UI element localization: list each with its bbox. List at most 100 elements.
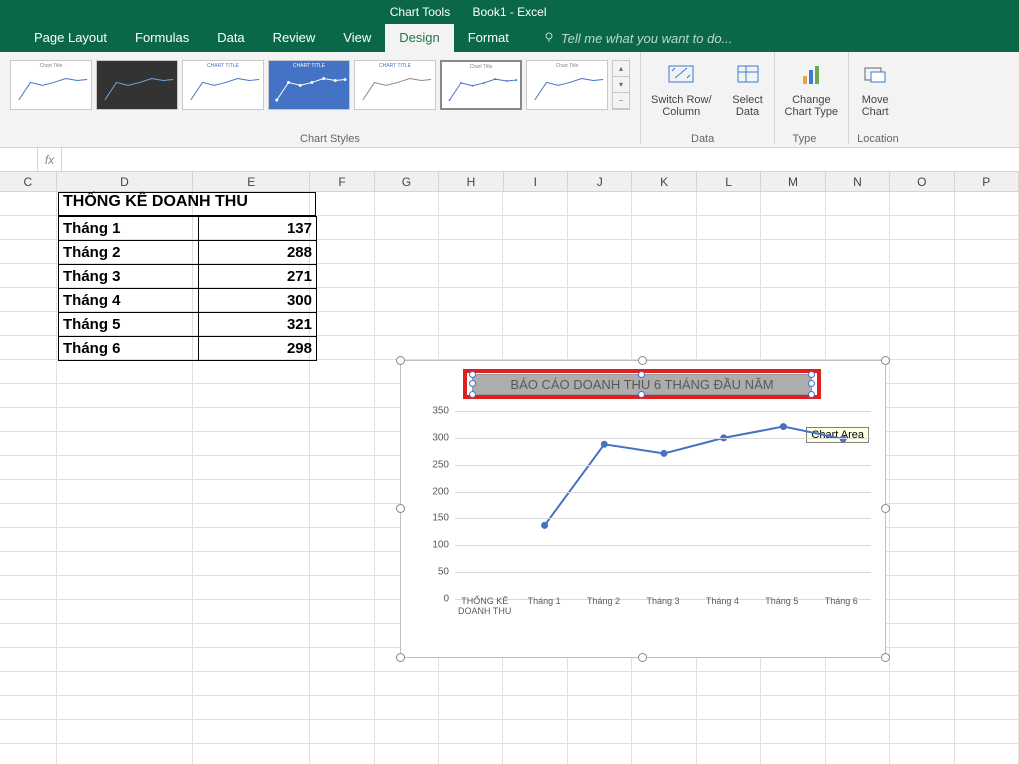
col-header-C[interactable]: C bbox=[0, 172, 57, 191]
type-group: Change Chart Type Type bbox=[775, 52, 849, 147]
data-group: Switch Row/ Column Select Data Data bbox=[641, 52, 774, 147]
tab-view[interactable]: View bbox=[329, 24, 385, 52]
ribbon: Chart Title CHART TITLE CHART TITLE CHAR… bbox=[0, 52, 1019, 148]
col-header-E[interactable]: E bbox=[193, 172, 310, 191]
tell-me-search[interactable]: Tell me what you want to do... bbox=[543, 31, 733, 46]
worksheet-grid[interactable]: CDEFGHIJKLMNOP THỐNG KÊ DOANH THU Tháng … bbox=[0, 172, 1019, 764]
tell-me-text: Tell me what you want to do... bbox=[561, 31, 733, 46]
y-tick: 0 bbox=[443, 594, 449, 605]
switch-row-column-button[interactable]: Switch Row/ Column bbox=[641, 52, 722, 144]
x-label: Tháng 1 bbox=[514, 597, 573, 621]
tab-formulas[interactable]: Formulas bbox=[121, 24, 203, 52]
lightbulb-icon bbox=[543, 31, 555, 46]
name-box[interactable] bbox=[0, 148, 38, 171]
chart-title[interactable]: BÁO CÁO DOANH THU 6 THÁNG ĐẦU NĂM bbox=[472, 374, 812, 395]
chart-style-6[interactable]: Chart Title bbox=[440, 60, 522, 110]
move-chart-label: Move Chart bbox=[862, 94, 889, 118]
col-header-G[interactable]: G bbox=[375, 172, 439, 191]
chart-object[interactable]: BÁO CÁO DOANH THU 6 THÁNG ĐẦU NĂM Chart … bbox=[400, 360, 886, 658]
x-axis: THỐNG KÊ DOANH THUTháng 1Tháng 2Tháng 3 T… bbox=[455, 597, 871, 621]
move-chart-icon bbox=[859, 58, 891, 90]
chart-style-2[interactable] bbox=[96, 60, 178, 110]
tab-review[interactable]: Review bbox=[259, 24, 330, 52]
y-tick: 200 bbox=[432, 486, 449, 497]
select-data-button[interactable]: Select Data bbox=[722, 52, 774, 144]
x-label: THỐNG KÊ DOANH THU bbox=[455, 597, 514, 621]
select-data-label: Select Data bbox=[732, 94, 763, 118]
table-title: THỐNG KÊ DOANH THU bbox=[58, 192, 316, 216]
col-header-D[interactable]: D bbox=[57, 172, 194, 191]
table-row-value: 271 bbox=[199, 265, 317, 289]
y-tick: 250 bbox=[432, 459, 449, 470]
data-table: THỐNG KÊ DOANH THU Tháng 1137Tháng 2288T… bbox=[58, 192, 317, 361]
x-label: Tháng 2 bbox=[574, 597, 633, 621]
resize-handle-ne[interactable] bbox=[881, 356, 890, 365]
col-header-K[interactable]: K bbox=[632, 172, 696, 191]
tab-data[interactable]: Data bbox=[203, 24, 258, 52]
fx-icon[interactable]: fx bbox=[38, 148, 62, 171]
col-header-J[interactable]: J bbox=[568, 172, 632, 191]
tab-page-layout[interactable]: Page Layout bbox=[20, 24, 121, 52]
resize-handle-se[interactable] bbox=[881, 653, 890, 662]
col-header-M[interactable]: M bbox=[761, 172, 825, 191]
switch-row-col-icon bbox=[665, 58, 697, 90]
x-label: Tháng 3 bbox=[633, 597, 692, 621]
table-row-label: Tháng 3 bbox=[59, 265, 199, 289]
table-row-label: Tháng 1 bbox=[59, 217, 199, 241]
select-data-icon bbox=[732, 58, 764, 90]
plot-area[interactable]: 050100150200250300350 THỐNG KÊ DOANH THU… bbox=[425, 411, 871, 617]
resize-handle-s[interactable] bbox=[638, 653, 647, 662]
tab-format[interactable]: Format bbox=[454, 24, 523, 52]
resize-handle-nw[interactable] bbox=[396, 356, 405, 365]
change-chart-type-button[interactable]: Change Chart Type bbox=[775, 52, 849, 144]
x-label: Tháng 6 bbox=[812, 597, 871, 621]
col-header-F[interactable]: F bbox=[310, 172, 374, 191]
switch-label: Switch Row/ Column bbox=[651, 94, 712, 118]
type-group-label: Type bbox=[793, 133, 817, 145]
chevron-up-icon[interactable]: ▴ bbox=[613, 61, 629, 77]
move-chart-button[interactable]: Move Chart bbox=[849, 52, 901, 144]
chart-style-5[interactable]: CHART TITLE bbox=[354, 60, 436, 110]
y-axis: 050100150200250300350 bbox=[425, 411, 453, 597]
location-group-label: Location bbox=[857, 133, 899, 145]
resize-handle-w[interactable] bbox=[396, 504, 405, 513]
app-title: Book1 - Excel bbox=[0, 5, 1019, 19]
chart-title-text: BÁO CÁO DOANH THU 6 THÁNG ĐẦU NĂM bbox=[510, 377, 773, 392]
gallery-scroll[interactable]: ▴▾⎯ bbox=[612, 60, 630, 110]
gallery-expand-icon[interactable]: ⎯ bbox=[613, 93, 629, 109]
resize-handle-e[interactable] bbox=[881, 504, 890, 513]
y-tick: 350 bbox=[432, 406, 449, 417]
y-tick: 100 bbox=[432, 540, 449, 551]
chart-styles-group-label: Chart Styles bbox=[300, 133, 360, 145]
data-group-label: Data bbox=[691, 133, 714, 145]
col-header-I[interactable]: I bbox=[504, 172, 568, 191]
table-row-value: 300 bbox=[199, 289, 317, 313]
chart-style-1[interactable]: Chart Title bbox=[10, 60, 92, 110]
column-headers: CDEFGHIJKLMNOP bbox=[0, 172, 1019, 192]
change-type-label: Change Chart Type bbox=[785, 94, 839, 118]
table-row-value: 137 bbox=[199, 217, 317, 241]
col-header-P[interactable]: P bbox=[955, 172, 1019, 191]
tab-design[interactable]: Design bbox=[385, 24, 453, 52]
chart-style-4[interactable]: CHART TITLE bbox=[268, 60, 350, 110]
title-bar: Chart Tools Book1 - Excel bbox=[0, 0, 1019, 24]
location-group: Move Chart Location bbox=[849, 52, 901, 147]
col-header-N[interactable]: N bbox=[826, 172, 890, 191]
col-header-L[interactable]: L bbox=[697, 172, 761, 191]
col-header-O[interactable]: O bbox=[890, 172, 954, 191]
col-header-H[interactable]: H bbox=[439, 172, 503, 191]
chart-style-3[interactable]: CHART TITLE bbox=[182, 60, 264, 110]
table-row-label: Tháng 2 bbox=[59, 241, 199, 265]
y-tick: 300 bbox=[432, 432, 449, 443]
resize-handle-sw[interactable] bbox=[396, 653, 405, 662]
table-row-label: Tháng 4 bbox=[59, 289, 199, 313]
table-row-value: 288 bbox=[199, 241, 317, 265]
x-label: Tháng 5 bbox=[752, 597, 811, 621]
chart-title-highlight: BÁO CÁO DOANH THU 6 THÁNG ĐẦU NĂM bbox=[463, 369, 821, 399]
resize-handle-n[interactable] bbox=[638, 356, 647, 365]
formula-bar: fx bbox=[0, 148, 1019, 172]
chart-style-7[interactable]: Chart Title bbox=[526, 60, 608, 110]
chevron-down-icon[interactable]: ▾ bbox=[613, 77, 629, 93]
formula-input[interactable] bbox=[62, 148, 1019, 171]
chart-plotarea bbox=[455, 411, 871, 597]
